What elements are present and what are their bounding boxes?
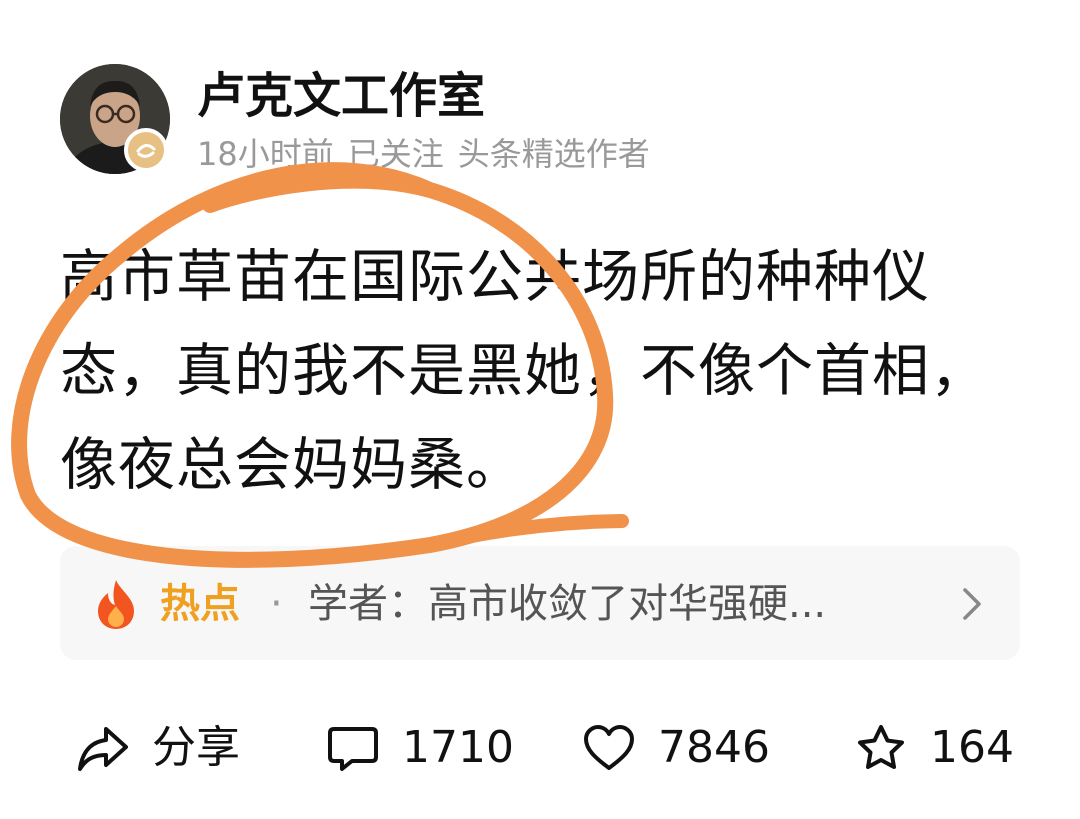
flame-icon xyxy=(98,580,134,629)
share-label: 分享 xyxy=(152,722,240,773)
comment-button[interactable]: 1710 xyxy=(326,718,514,778)
follow-status[interactable]: 已关注 xyxy=(348,135,444,173)
verified-badge-icon xyxy=(124,128,168,172)
like-count: 7846 xyxy=(658,722,770,773)
comment-count: 1710 xyxy=(402,722,514,773)
favorite-count: 164 xyxy=(930,722,1014,773)
like-button[interactable]: 7846 xyxy=(582,718,770,778)
hot-label: 热点 xyxy=(160,581,240,627)
chevron-right-icon[interactable] xyxy=(960,582,984,626)
author-meta: 18小时前 已关注 头条精选作者 xyxy=(197,134,664,174)
hot-headline[interactable]: 学者：高市收敛了对华强硬... xyxy=(308,578,928,630)
hot-topic-card[interactable]: 热点 · 学者：高市收敛了对华强硬... xyxy=(60,546,1020,660)
heart-icon xyxy=(584,725,634,770)
post-body[interactable]: 高市草苗在国际公共场所的种种仪态，真的我不是黑她，不像个首相，像夜总会妈妈桑。 xyxy=(60,230,1020,512)
favorite-button[interactable]: 164 xyxy=(854,718,1014,778)
author-name[interactable]: 卢克文工作室 xyxy=(197,66,485,126)
share-icon xyxy=(78,727,128,771)
comment-icon xyxy=(328,727,378,771)
post-time: 18小时前 xyxy=(197,135,334,173)
star-icon xyxy=(858,725,904,769)
author-tag: 头条精选作者 xyxy=(457,135,650,173)
share-button[interactable]: 分享 xyxy=(76,718,240,778)
hot-separator: · xyxy=(270,581,283,627)
